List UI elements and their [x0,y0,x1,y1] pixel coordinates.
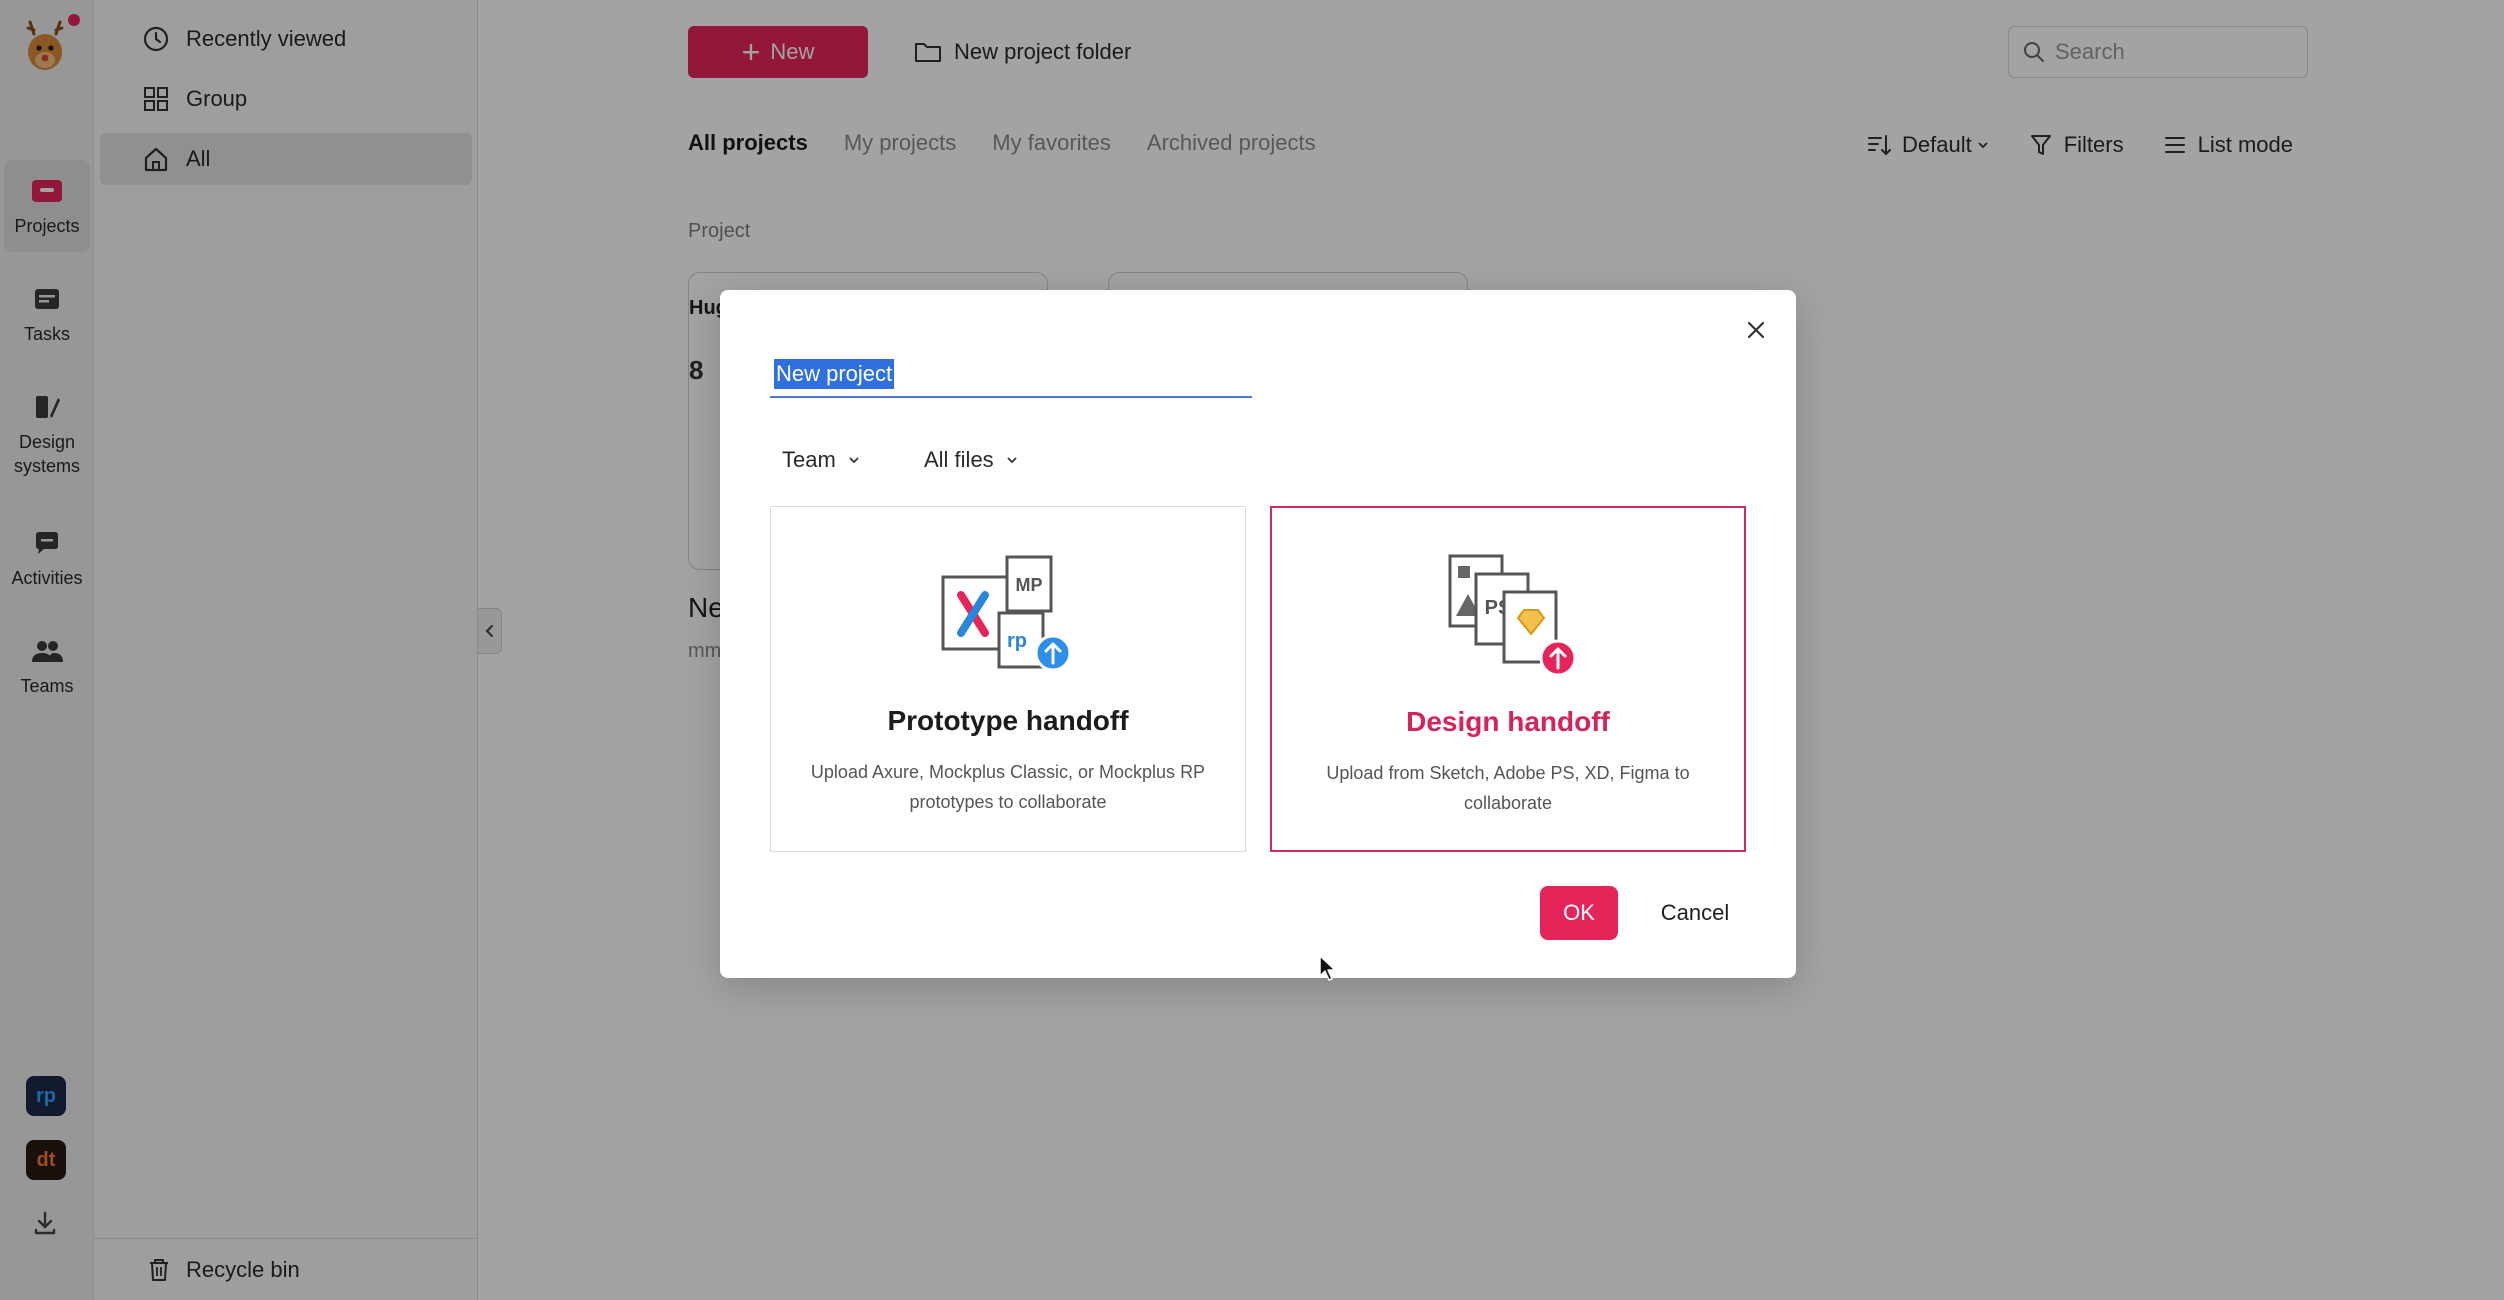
prototype-files-icon: MP rp [941,553,1081,679]
option-description: Upload Axure, Mockplus Classic, or Mockp… [810,762,1206,812]
files-dropdown[interactable]: All files [924,440,1020,480]
option-title: Prototype handoff [887,705,1129,736]
prototype-handoff-option[interactable]: MP rp Prototype handoff Upload Axure, Mo… [770,506,1246,852]
option-title: Design handoff [1406,706,1610,737]
option-description: Upload from Sketch, Adobe PS, XD, Figma … [1326,763,1690,813]
ok-button[interactable]: OK [1540,886,1618,940]
team-dropdown-label: Team [782,447,836,472]
mouse-cursor-icon [1318,954,1338,982]
chevron-down-icon [1007,457,1017,464]
project-name-input[interactable]: New project [770,352,1252,398]
team-dropdown[interactable]: Team [782,440,862,480]
design-files-icon: PS [1442,554,1582,680]
svg-text:rp: rp [1007,630,1027,652]
svg-text:MP: MP [1016,575,1043,595]
design-handoff-option[interactable]: PS Design handoff Upload from Sketch, Ad… [1270,506,1746,852]
files-dropdown-label: All files [924,447,994,472]
project-name-value: New project [774,359,895,389]
close-icon [1747,321,1765,339]
cancel-button[interactable]: Cancel [1650,886,1740,940]
new-project-dialog: New project Team All files MP rp Prototy… [720,290,1796,978]
close-button[interactable] [1740,314,1772,346]
chevron-down-icon [849,457,859,464]
